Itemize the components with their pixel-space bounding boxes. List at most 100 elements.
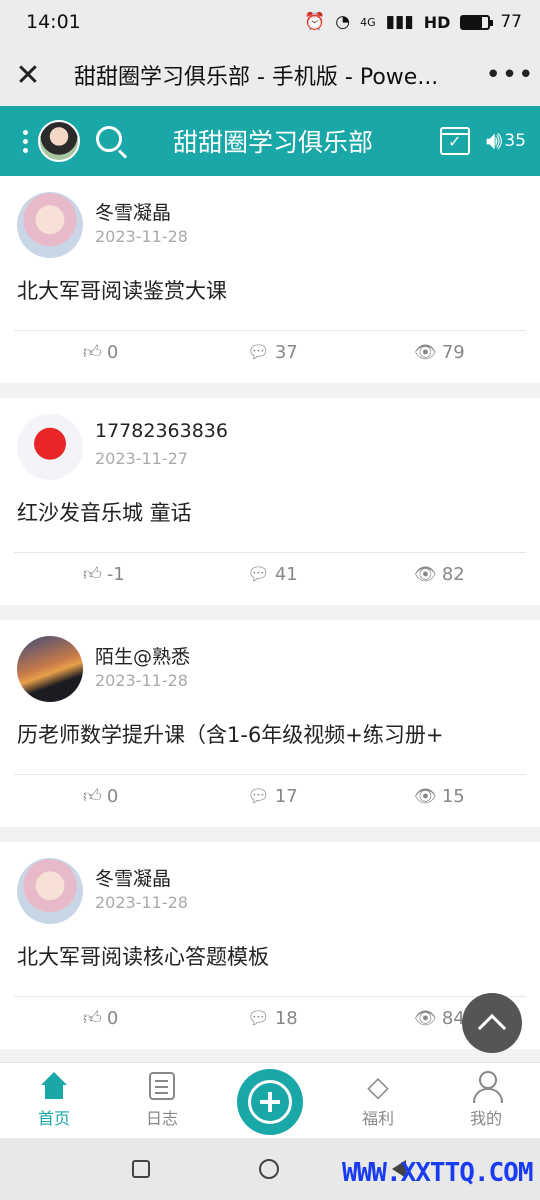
- like-button[interactable]: 👍︎ -1: [83, 564, 125, 585]
- post-card[interactable]: 冬雪凝晶 2023-11-28 北大军哥阅读鉴赏大课 👍︎ 0 💬︎ 37 👁︎ 79: [0, 176, 540, 383]
- view-count: 79: [441, 342, 465, 363]
- like-count: -1: [106, 564, 125, 585]
- post-card[interactable]: 陌生@熟悉 2023-11-28 历老师数学提升课（含1-6年级视频+练习册+ …: [0, 620, 540, 827]
- comment-icon: 💬︎: [247, 341, 270, 363]
- comment-count: 17: [274, 786, 298, 807]
- post-author-avatar[interactable]: [17, 636, 83, 702]
- view-stat: 👁︎ 15: [414, 786, 465, 807]
- comment-icon: 💬︎: [247, 1007, 270, 1029]
- status-icons: ⏰ ◔ 4G ▮▮▮ HD 77: [304, 12, 522, 32]
- nav-home-label: 首页: [37, 1109, 70, 1128]
- speaker-icon: 🔊︎: [485, 125, 503, 156]
- status-bar: 14:01 ⏰ ◔ 4G ▮▮▮ HD 77: [0, 0, 540, 44]
- nav-mine[interactable]: 我的: [432, 1071, 540, 1129]
- comment-count: 41: [274, 564, 298, 585]
- browser-title-bar: ✕ 甜甜圈学习俱乐部 - 手机版 - Powe... •••: [0, 44, 540, 106]
- post-stats: 👍︎ 0 💬︎ 17 👁︎ 15: [0, 786, 540, 814]
- post-title[interactable]: 历老师数学提升课（含1-6年级视频+练习册+: [17, 719, 527, 749]
- battery-icon: [460, 14, 494, 30]
- view-stat: 👁︎ 82: [414, 564, 465, 585]
- comment-button[interactable]: 💬︎ 17: [247, 786, 298, 807]
- comment-button[interactable]: 💬︎ 18: [247, 1008, 298, 1029]
- thumbs-up-icon: 👍︎: [83, 563, 102, 585]
- post-card[interactable]: 冬雪凝晶 2023-11-28 北大军哥阅读核心答题模板 👍︎ 0 💬︎ 18 👁︎…: [0, 842, 540, 1049]
- signal-icon: ▮▮▮: [385, 12, 414, 32]
- new-post-button[interactable]: [237, 1069, 303, 1135]
- more-icon[interactable]: •••: [480, 60, 540, 90]
- like-count: 0: [106, 342, 119, 363]
- eye-icon: 👁︎: [414, 1007, 437, 1029]
- nav-mine-label: 我的: [469, 1109, 502, 1128]
- view-stat: 👁︎ 79: [414, 342, 465, 363]
- home-icon: [37, 1071, 71, 1101]
- post-stats: 👍︎ 0 💬︎ 18 👁︎ 84: [0, 1008, 540, 1036]
- post-title[interactable]: 红沙发音乐城 童话: [17, 497, 527, 527]
- post-author-name[interactable]: 17782363836: [95, 420, 228, 442]
- watermark: WWW.XXTTQ.COM: [342, 1158, 533, 1188]
- comment-icon: 💬︎: [247, 563, 270, 585]
- post-author-avatar[interactable]: [17, 414, 83, 480]
- divider: [14, 774, 526, 775]
- post-author-avatar[interactable]: [17, 192, 83, 258]
- status-time: 14:01: [26, 11, 81, 33]
- announcement-count: 35: [504, 131, 526, 151]
- home-system-icon[interactable]: [259, 1159, 279, 1179]
- like-count: 0: [106, 786, 119, 807]
- view-count: 82: [441, 564, 465, 585]
- eye-icon: 👁︎: [414, 785, 437, 807]
- close-icon[interactable]: ✕: [0, 58, 56, 93]
- comment-button[interactable]: 💬︎ 41: [247, 564, 298, 585]
- network-label: 4G: [360, 15, 376, 29]
- like-count: 0: [106, 1008, 119, 1029]
- post-date: 2023-11-28: [95, 227, 188, 246]
- post-stats: 👍︎ 0 💬︎ 37 👁︎ 79: [0, 342, 540, 370]
- like-button[interactable]: 👍︎ 0: [83, 1008, 118, 1029]
- post-author-name[interactable]: 陌生@熟悉: [95, 642, 190, 669]
- wifi-icon: ◔: [335, 12, 351, 32]
- post-date: 2023-11-28: [95, 671, 188, 690]
- post-author-name[interactable]: 冬雪凝晶: [95, 864, 171, 891]
- view-count: 15: [441, 786, 465, 807]
- hd-label: HD: [423, 12, 451, 32]
- post-title[interactable]: 北大军哥阅读核心答题模板: [17, 941, 527, 971]
- menu-icon[interactable]: [14, 129, 36, 153]
- comment-count: 18: [274, 1008, 298, 1029]
- post-stats: 👍︎ -1 💬︎ 41 👁︎ 82: [0, 564, 540, 592]
- checkin-calendar-icon[interactable]: [439, 127, 470, 155]
- announcement-button[interactable]: 🔊︎ 35: [486, 126, 526, 157]
- eye-icon: 👁︎: [414, 563, 437, 585]
- user-icon: [469, 1071, 503, 1103]
- post-card[interactable]: 17782363836 2023-11-27 红沙发音乐城 童话 👍︎ -1 💬︎…: [0, 398, 540, 605]
- comment-count: 37: [274, 342, 298, 363]
- post-author-name[interactable]: 冬雪凝晶: [95, 198, 171, 225]
- like-button[interactable]: 👍︎ 0: [83, 786, 118, 807]
- browser-title: 甜甜圈学习俱乐部 - 手机版 - Powe...: [74, 65, 439, 90]
- nav-welfare-label: 福利: [361, 1109, 394, 1128]
- thumbs-up-icon: 👍︎: [83, 785, 102, 807]
- thumbs-up-icon: 👍︎: [83, 341, 102, 363]
- log-icon: [145, 1071, 179, 1101]
- nav-home[interactable]: 首页: [0, 1071, 108, 1129]
- post-date: 2023-11-27: [95, 449, 188, 468]
- post-author-avatar[interactable]: [17, 858, 83, 924]
- diamond-icon: ◇: [367, 1069, 389, 1103]
- comment-button[interactable]: 💬︎ 37: [247, 342, 298, 363]
- view-stat: 👁︎ 84: [414, 1008, 465, 1029]
- search-icon[interactable]: [94, 124, 128, 159]
- eye-icon: 👁︎: [414, 341, 437, 363]
- post-title[interactable]: 北大军哥阅读鉴赏大课: [17, 275, 527, 305]
- nav-log[interactable]: 日志: [108, 1071, 216, 1129]
- nav-log-label: 日志: [145, 1109, 178, 1128]
- nav-welfare[interactable]: ◇ 福利: [324, 1069, 432, 1129]
- battery-level: 77: [500, 12, 522, 32]
- divider: [14, 330, 526, 331]
- divider: [14, 996, 526, 997]
- back-to-top-button[interactable]: [462, 993, 522, 1053]
- app-header: 甜甜圈学习俱乐部 🔊︎ 35: [0, 106, 540, 176]
- recent-apps-icon[interactable]: [132, 1160, 150, 1178]
- plus-icon: [248, 1080, 292, 1124]
- alarm-icon: ⏰: [304, 12, 326, 32]
- user-avatar[interactable]: [38, 120, 80, 162]
- post-date: 2023-11-28: [95, 893, 188, 912]
- like-button[interactable]: 👍︎ 0: [83, 342, 118, 363]
